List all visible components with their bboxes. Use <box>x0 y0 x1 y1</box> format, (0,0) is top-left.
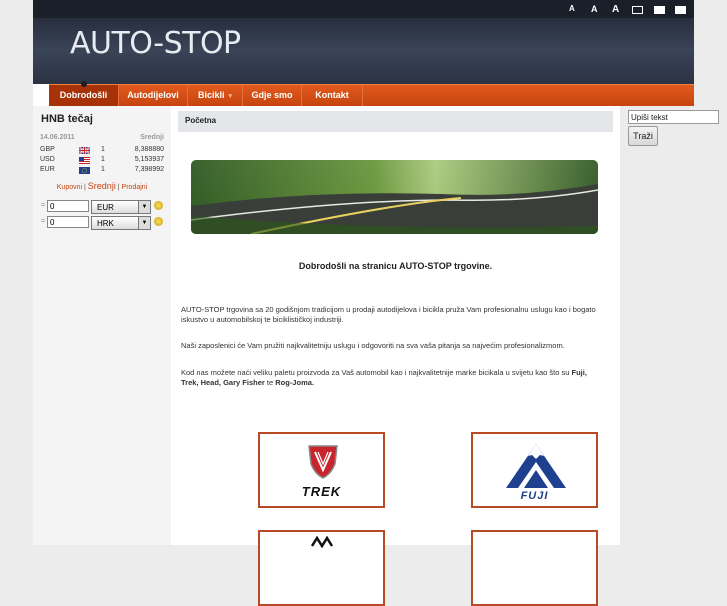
currency-code: USD <box>40 156 55 163</box>
us-flag-icon <box>79 157 90 164</box>
main-navigation: Dobrodošli Autodijelovi Bicikli ▾ Gdje sm… <box>49 81 694 107</box>
nav-item-label: Bicikli <box>197 90 225 100</box>
nav-item-autodijelovi[interactable]: Autodijelovi <box>119 85 188 107</box>
rate-type-toggle: Kupovni | Srednji | Prodajni <box>33 181 171 191</box>
paragraph-text: te <box>264 378 276 387</box>
intro-paragraph-2: Naši zaposlenici će Vam pružiti najkvali… <box>181 341 565 350</box>
font-small-button[interactable]: A <box>569 4 575 13</box>
currency-unit: 1 <box>101 156 105 163</box>
brand-head-link[interactable] <box>258 530 385 606</box>
brand-logo-icon <box>310 536 334 548</box>
nav-item-label: Kontakt <box>315 90 349 100</box>
currency-select-value: HRK <box>97 219 114 228</box>
rate-row-gbp: GBP 1 8,388880 <box>40 146 164 155</box>
intro-paragraph-3: Kod nas možete naći veliku paletu proizv… <box>181 368 606 388</box>
layout-narrow-icon[interactable] <box>632 6 643 14</box>
trek-shield-icon <box>308 445 338 479</box>
dropdown-arrow-icon[interactable]: ▼ <box>138 217 150 229</box>
layout-medium-icon[interactable] <box>654 6 665 14</box>
hnb-header-row: 14.06.2011 Srednji <box>40 134 164 144</box>
currency-code: GBP <box>40 146 55 153</box>
toggle-separator: | <box>84 184 86 191</box>
layout-wide-icon[interactable] <box>675 6 686 14</box>
font-medium-button[interactable]: A <box>591 4 598 14</box>
brand-name-fuji: FUJI <box>520 490 549 502</box>
currency-unit: 1 <box>101 146 105 153</box>
toggle-separator: | <box>117 184 120 191</box>
search-button[interactable]: Traži <box>628 126 658 146</box>
hnb-title: HNB tečaj <box>41 113 93 125</box>
rate-row-usd: USD 1 5,153937 <box>40 156 164 165</box>
convert-icon[interactable] <box>154 217 163 226</box>
brand-name-trek: TREK <box>301 484 342 499</box>
nav-item-bicikli[interactable]: Bicikli ▾ <box>188 85 243 107</box>
currency-select-value: EUR <box>97 203 114 212</box>
site-logo[interactable]: AUTO-STOP <box>70 26 241 61</box>
nav-item-label: Gdje smo <box>251 90 293 100</box>
chevron-down-icon: ▾ <box>228 93 233 100</box>
nav-item-label: Autodijelovi <box>127 90 179 100</box>
currency-value: 7,398992 <box>134 166 164 173</box>
site-header: A A A AUTO-STOP <box>33 0 694 84</box>
amount-input-eur[interactable]: 0 <box>47 200 89 212</box>
intro-paragraph-1: AUTO-STOP trgovina sa 20 godišnjom tradi… <box>181 305 596 324</box>
header-topbar: A A A <box>33 0 694 18</box>
amount-input-hrk[interactable]: 0 <box>47 216 89 228</box>
brand-fuji-link[interactable]: FUJI <box>471 432 598 508</box>
nav-item-kontakt[interactable]: Kontakt <box>302 85 363 107</box>
nav-item-label: Dobrodošli <box>59 90 108 100</box>
currency-value: 8,388880 <box>134 146 164 153</box>
nav-item-dobrodosli[interactable]: Dobrodošli <box>49 81 119 107</box>
right-sidebar: Upiši tekst Traži <box>620 106 727 545</box>
currency-value: 5,153937 <box>134 156 164 163</box>
font-size-controls: A A A <box>564 0 704 18</box>
welcome-heading: Dobrodošli na stranicu AUTO-STOP trgovin… <box>298 261 493 271</box>
brand-last: Rog-Joma. <box>275 378 314 387</box>
equals-sign: = <box>41 202 46 209</box>
hnb-date: 14.06.2011 <box>40 134 75 141</box>
brand-gary-fisher-link[interactable] <box>471 530 598 606</box>
currency-unit: 1 <box>101 166 105 173</box>
road-banner-image <box>191 160 598 234</box>
page-wrapper: A A A AUTO-STOP Dobrodošli Autodijelovi … <box>33 0 694 606</box>
paragraph-text: Kod nas možete naći veliku paletu proizv… <box>181 368 572 377</box>
fuji-mountain-icon <box>506 444 566 488</box>
font-large-button[interactable]: A <box>612 4 619 15</box>
eu-flag-icon <box>79 167 90 174</box>
dropdown-arrow-icon[interactable]: ▼ <box>138 201 150 213</box>
brand-trek-link[interactable]: TREK <box>258 432 385 508</box>
uk-flag-icon <box>79 147 90 154</box>
converter-row-hrk: = 0 HRK ▼ <box>41 216 166 230</box>
left-sidebar: HNB tečaj 14.06.2011 Srednji GBP 1 8,388… <box>33 106 171 545</box>
main-content: Početna Dobrodošli na stranicu AUTO-STOP… <box>171 106 620 606</box>
search-input[interactable]: Upiši tekst <box>628 110 719 124</box>
currency-select-hrk[interactable]: HRK ▼ <box>91 216 151 230</box>
rate-sell-link[interactable]: Prodajni <box>122 184 148 191</box>
nav-item-gdje-smo[interactable]: Gdje smo <box>243 85 302 107</box>
currency-code: EUR <box>40 166 55 173</box>
convert-icon[interactable] <box>154 201 163 210</box>
rate-mid-link[interactable]: Srednji <box>88 181 116 191</box>
active-indicator-icon <box>80 81 87 87</box>
breadcrumb: Početna <box>178 111 613 132</box>
currency-select-eur[interactable]: EUR ▼ <box>91 200 151 214</box>
converter-row-eur: = 0 EUR ▼ <box>41 200 166 214</box>
rate-buy-link[interactable]: Kupovni <box>57 184 82 191</box>
rate-row-eur: EUR 1 7,398992 <box>40 166 164 175</box>
equals-sign: = <box>41 218 46 225</box>
hnb-rate-type: Srednji <box>140 134 164 141</box>
